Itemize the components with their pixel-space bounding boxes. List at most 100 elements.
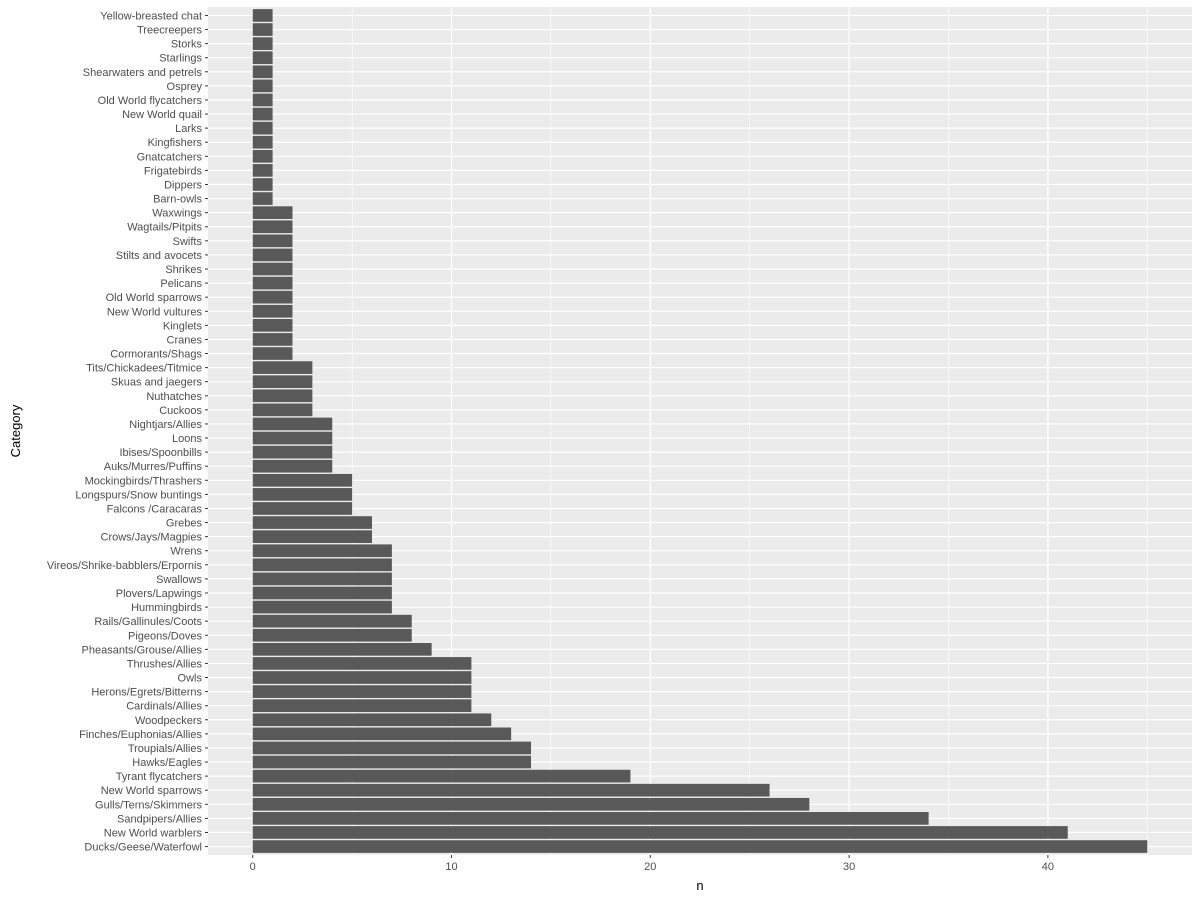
bar — [252, 417, 333, 431]
x-tick-label: 20 — [644, 861, 656, 873]
x-tick-label: 30 — [843, 861, 855, 873]
y-tick-label: Nuthatches — [146, 391, 202, 403]
y-tick-label: Herons/Egrets/Bitterns — [91, 687, 202, 699]
bar — [252, 783, 770, 797]
bar — [252, 586, 392, 600]
bar — [252, 797, 810, 811]
bar — [252, 361, 313, 374]
bar — [252, 290, 293, 304]
bar — [252, 121, 273, 135]
y-tick-label: Pelicans — [160, 278, 202, 290]
bar — [252, 375, 313, 389]
y-tick-label: New World warblers — [104, 827, 203, 839]
y-tick-label: New World sparrows — [101, 785, 203, 797]
bar — [252, 488, 353, 501]
bar — [252, 685, 472, 698]
bar — [252, 516, 372, 529]
y-tick-label: Loons — [172, 433, 202, 445]
bar — [252, 628, 412, 642]
y-tick-label: Thrushes/Allies — [127, 658, 203, 670]
bar — [252, 333, 293, 346]
y-tick-label: Pigeons/Doves — [128, 630, 202, 642]
bar — [252, 826, 1068, 839]
y-tick-label: Kinglets — [163, 320, 203, 332]
y-tick-label: Waxwings — [152, 208, 202, 220]
bar — [252, 79, 273, 93]
y-tick-label: Cardinals/Allies — [126, 701, 202, 713]
y-tick-label: Longspurs/Snow buntings — [75, 489, 202, 501]
bar — [252, 431, 333, 445]
y-tick-label: Wrens — [170, 546, 202, 558]
bar — [252, 600, 392, 614]
y-tick-label: Owls — [178, 673, 203, 685]
bar — [252, 812, 929, 825]
y-tick-label: Hummingbirds — [131, 602, 202, 614]
bar — [252, 727, 512, 741]
bar — [252, 149, 273, 163]
x-tick-label: 40 — [1042, 861, 1054, 873]
bar — [252, 530, 372, 543]
bar — [252, 37, 273, 50]
y-tick-label: Pheasants/Grouse/Allies — [82, 644, 203, 656]
y-tick-label: Old World flycatchers — [98, 95, 203, 107]
y-tick-label: Cuckoos — [159, 405, 202, 417]
y-tick-label: Yellow-breasted chat — [100, 10, 202, 22]
y-tick-label: Dippers — [164, 179, 202, 191]
bar — [252, 671, 472, 684]
y-tick-label: New World vultures — [107, 306, 203, 318]
y-tick-label: Ducks/Geese/Waterfowl — [84, 842, 202, 854]
bar — [252, 445, 333, 459]
x-axis: 0 10 20 30 40 — [250, 855, 1054, 873]
y-tick-label: Old World sparrows — [106, 292, 203, 304]
bar — [252, 276, 293, 290]
bar — [252, 643, 432, 656]
bar — [252, 51, 273, 65]
y-tick-label: Osprey — [167, 81, 203, 93]
bar — [252, 502, 353, 515]
x-tick-label: 10 — [445, 861, 457, 873]
y-tick-label: Storks — [171, 39, 203, 51]
bar — [252, 65, 273, 79]
bar — [252, 840, 1148, 853]
bar — [252, 657, 472, 670]
bar — [252, 304, 293, 318]
bar — [252, 135, 273, 149]
y-tick-label: Hawks/Eagles — [132, 757, 202, 769]
bar — [252, 558, 392, 572]
bar — [252, 389, 313, 403]
y-tick-label: New World quail — [122, 109, 202, 121]
y-tick-label: Cormorants/Shags — [110, 349, 202, 361]
y-axis: Yellow-breasted chat Treecreepers Storks St… — [47, 10, 208, 854]
y-tick-label: Kingfishers — [148, 137, 203, 149]
x-tick-label: 0 — [250, 861, 256, 873]
y-tick-label: Vireos/Shrike-babblers/Erpornis — [47, 560, 203, 572]
y-tick-label: Frigatebirds — [144, 165, 203, 177]
y-tick-label: Gnatcatchers — [137, 151, 203, 163]
bar — [252, 769, 631, 783]
bar — [252, 248, 293, 262]
y-tick-label: Rails/Gallinules/Coots — [94, 616, 202, 628]
bar — [252, 544, 392, 558]
y-tick-label: Sandpipers/Allies — [117, 813, 202, 825]
y-axis-title: Category — [8, 404, 23, 457]
bar — [252, 220, 293, 234]
bar — [252, 473, 353, 487]
y-tick-label: Tyrant flycatchers — [116, 771, 203, 783]
bar-chart: Yellow-breasted chat Treecreepers Storks St… — [8, 7, 1192, 893]
y-tick-label: Crows/Jays/Magpies — [101, 532, 203, 544]
y-tick-label: Grebes — [166, 518, 203, 530]
bar — [252, 164, 273, 177]
y-tick-label: Finches/Euphonias/Allies — [79, 729, 202, 741]
bar — [252, 572, 392, 586]
y-tick-label: Ibises/Spoonbills — [119, 447, 202, 459]
bar — [252, 614, 412, 628]
bar — [252, 741, 532, 755]
y-tick-label: Shearwaters and petrels — [83, 67, 203, 79]
y-tick-label: Swallows — [156, 574, 202, 586]
y-tick-label: Skuas and jaegers — [111, 377, 203, 389]
bar — [252, 262, 293, 276]
y-tick-label: Larks — [175, 123, 202, 135]
bar — [252, 107, 273, 121]
bar — [252, 319, 293, 332]
bar — [252, 459, 333, 473]
